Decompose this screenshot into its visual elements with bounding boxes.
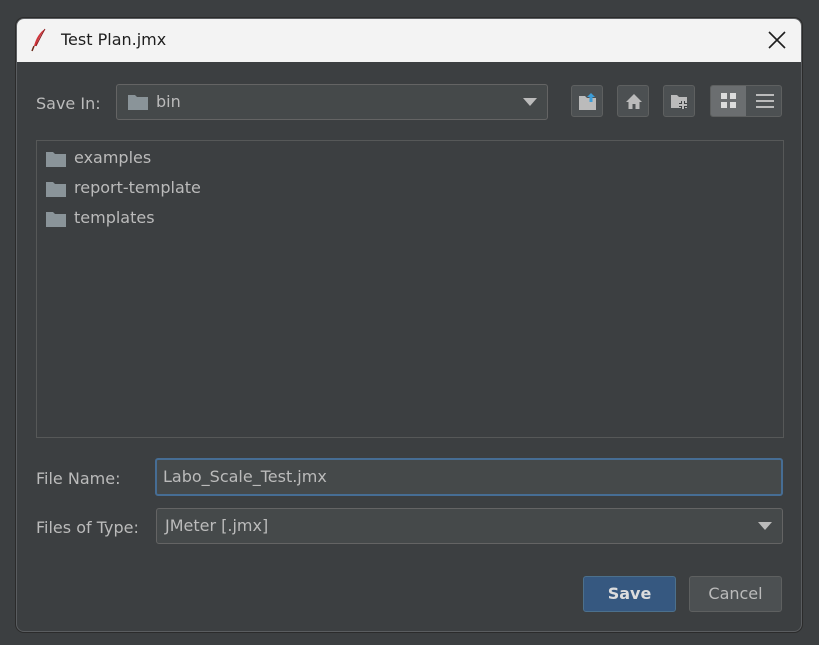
- up-folder-icon: [579, 93, 596, 110]
- close-icon: [768, 31, 786, 49]
- window-title: Test Plan.jmx: [61, 30, 167, 49]
- file-list[interactable]: examples report-template templates: [36, 140, 784, 438]
- close-button[interactable]: [753, 19, 801, 62]
- file-name-value: Labo_Scale_Test.jmx: [163, 467, 327, 486]
- up-one-level-button[interactable]: [571, 85, 603, 117]
- chevron-down-icon: [758, 522, 772, 530]
- file-name: examples: [74, 148, 152, 167]
- file-name: templates: [74, 208, 155, 227]
- new-folder-icon: [671, 95, 687, 109]
- view-toggle: [710, 85, 782, 117]
- list-view-icon: [721, 93, 736, 108]
- details-view-button[interactable]: [747, 86, 781, 116]
- file-type-value: JMeter [.jmx]: [165, 516, 269, 535]
- file-name-input[interactable]: Labo_Scale_Test.jmx: [155, 458, 783, 496]
- home-icon: [626, 94, 642, 109]
- folder-icon: [46, 182, 66, 197]
- new-folder-button[interactable]: [663, 85, 695, 117]
- chevron-down-icon: [523, 98, 537, 106]
- file-type-label: Files of Type:: [36, 518, 139, 537]
- save-dialog: Test Plan.jmx Save In: bin examples repo…: [16, 18, 802, 632]
- cancel-button[interactable]: Cancel: [689, 576, 782, 612]
- save-button[interactable]: Save: [583, 576, 676, 612]
- jmeter-feather-icon: [31, 28, 47, 52]
- file-name: report-template: [74, 178, 201, 197]
- file-type-combo[interactable]: JMeter [.jmx]: [156, 508, 783, 544]
- save-in-value: bin: [156, 92, 181, 111]
- save-in-combo[interactable]: bin: [116, 84, 548, 120]
- home-button[interactable]: [617, 85, 649, 117]
- title-bar: Test Plan.jmx: [17, 19, 801, 62]
- folder-icon: [127, 93, 149, 115]
- save-in-label: Save In:: [36, 94, 101, 113]
- file-name-label: File Name:: [36, 469, 121, 488]
- details-view-icon: [756, 94, 774, 108]
- folder-icon: [46, 212, 66, 227]
- folder-icon: [46, 152, 66, 167]
- list-view-button[interactable]: [711, 86, 746, 116]
